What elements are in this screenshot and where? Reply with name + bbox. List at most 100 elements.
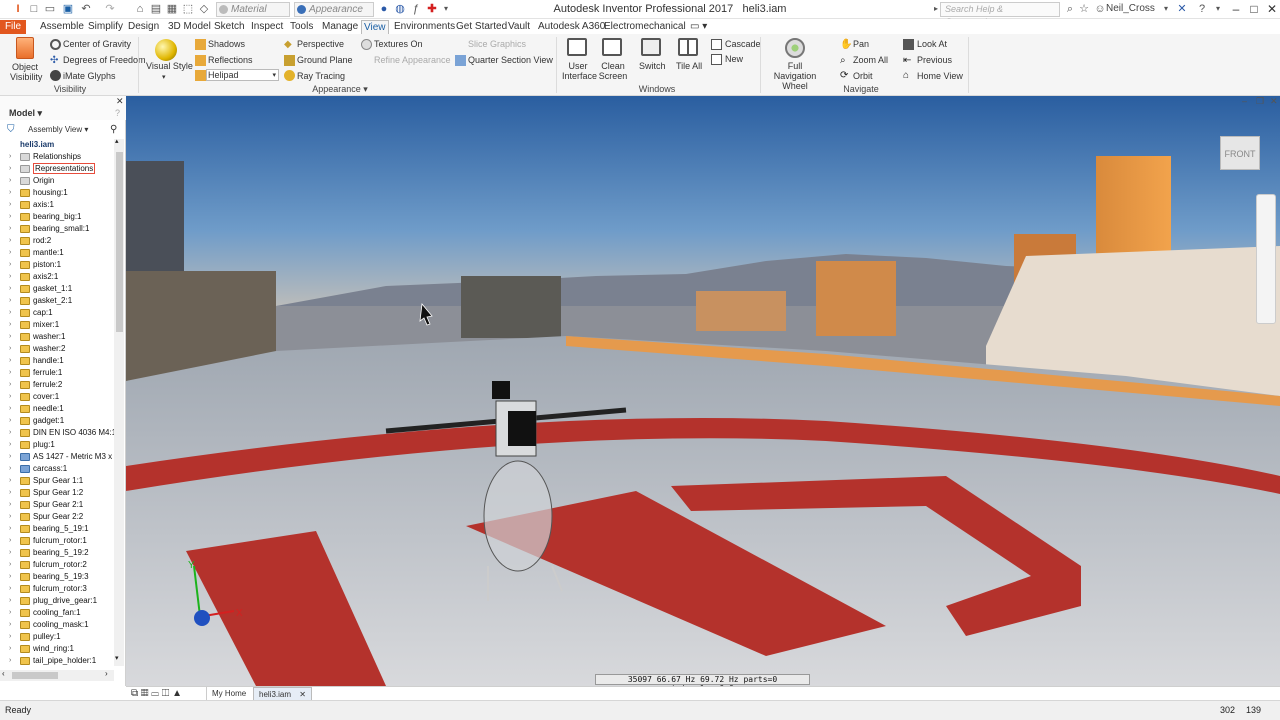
- new-file-icon[interactable]: □: [28, 3, 40, 15]
- viewport-close-icon[interactable]: ✕: [1270, 96, 1278, 107]
- tab-autodesk-a360[interactable]: Autodesk A360: [536, 20, 607, 34]
- refine-appearance-button[interactable]: Refine Appearance: [374, 55, 451, 66]
- textures-on-button[interactable]: Textures On: [374, 39, 423, 50]
- tree-item[interactable]: › Spur Gear 2:1: [0, 499, 114, 511]
- expand-chevron-icon[interactable]: ›: [9, 175, 11, 187]
- tree-item[interactable]: › bearing_5_19:3: [0, 571, 114, 583]
- ground-plane-button[interactable]: Ground Plane: [297, 55, 353, 66]
- expand-chevron-icon[interactable]: ›: [9, 559, 11, 571]
- full-navigation-wheel-button[interactable]: Full Navigation Wheel: [766, 61, 824, 91]
- browser-help-icon[interactable]: ?: [115, 108, 120, 118]
- expand-chevron-icon[interactable]: ›: [9, 259, 11, 271]
- tab-sketch[interactable]: Sketch: [212, 20, 247, 34]
- tree-item[interactable]: › plug:1: [0, 439, 114, 451]
- select-icon[interactable]: ▦: [166, 3, 178, 15]
- expand-chevron-icon[interactable]: ›: [9, 355, 11, 367]
- imate-glyphs-button[interactable]: iMate Glyphs: [63, 71, 116, 82]
- expand-chevron-icon[interactable]: ›: [9, 535, 11, 547]
- appearance-select[interactable]: Appearance: [294, 2, 374, 17]
- hscroll-thumb[interactable]: [12, 672, 58, 679]
- user-icon[interactable]: ☺: [1094, 3, 1106, 15]
- tree-item[interactable]: › tail_pipe_holder:1: [0, 655, 114, 666]
- expand-chevron-icon[interactable]: ›: [9, 199, 11, 211]
- clean-screen-button[interactable]: Clean Screen: [597, 61, 629, 81]
- expand-chevron-icon[interactable]: ›: [9, 619, 11, 631]
- scroll-right-icon[interactable]: ›: [105, 669, 108, 678]
- tree-item[interactable]: › Spur Gear 1:2: [0, 487, 114, 499]
- tile-all-button[interactable]: Tile All: [676, 61, 702, 72]
- tree-item[interactable]: › bearing_5_19:2: [0, 547, 114, 559]
- user-dropdown-icon[interactable]: ▾: [1160, 3, 1172, 15]
- tab-tools[interactable]: Tools: [288, 20, 315, 34]
- clear-icon[interactable]: ◍: [394, 3, 406, 15]
- tree-item[interactable]: › piston:1: [0, 259, 114, 271]
- expand-chevron-icon[interactable]: ›: [9, 595, 11, 607]
- add-icon[interactable]: ✚: [426, 3, 438, 15]
- tree-item[interactable]: › pulley:1: [0, 631, 114, 643]
- tree-item[interactable]: › fulcrum_rotor:1: [0, 535, 114, 547]
- expand-chevron-icon[interactable]: ›: [9, 571, 11, 583]
- tab-simplify[interactable]: Simplify: [86, 20, 125, 34]
- expand-chevron-icon[interactable]: ›: [9, 247, 11, 259]
- tree-item[interactable]: › cooling_fan:1: [0, 607, 114, 619]
- tree-item[interactable]: › fulcrum_rotor:3: [0, 583, 114, 595]
- previous-view-button[interactable]: Previous: [917, 55, 952, 66]
- tree-item[interactable]: › washer:2: [0, 343, 114, 355]
- save-icon[interactable]: ▣: [62, 3, 74, 15]
- scroll-down-icon[interactable]: ▾: [115, 654, 119, 662]
- tree-item[interactable]: › axis2:1: [0, 271, 114, 283]
- tree-item[interactable]: › Relationships: [0, 151, 114, 163]
- look-at-button[interactable]: Look At: [917, 39, 947, 50]
- tab-close-icon[interactable]: ✕: [299, 690, 306, 699]
- expand-chevron-icon[interactable]: ›: [9, 631, 11, 643]
- tab-layout-icons[interactable]: ⧉ ▦ ▭ ◫ ▲: [126, 687, 187, 701]
- expand-chevron-icon[interactable]: ›: [9, 223, 11, 235]
- tab-assemble[interactable]: Assemble: [38, 20, 86, 34]
- expand-chevron-icon[interactable]: ›: [9, 163, 11, 175]
- maximize-icon[interactable]: □: [1246, 1, 1262, 17]
- expand-chevron-icon[interactable]: ›: [9, 607, 11, 619]
- expand-chevron-icon[interactable]: ›: [9, 151, 11, 163]
- fx-icon[interactable]: ƒ: [410, 3, 422, 15]
- tab-get-started[interactable]: Get Started: [454, 20, 509, 34]
- ray-tracing-button[interactable]: Ray Tracing: [297, 71, 345, 82]
- redo-icon[interactable]: ↷: [104, 3, 116, 15]
- center-of-gravity-button[interactable]: Center of Gravity: [63, 39, 131, 50]
- tree-item[interactable]: › gasket_1:1: [0, 283, 114, 295]
- tree-item[interactable]: › cap:1: [0, 307, 114, 319]
- user-interface-icon[interactable]: [567, 38, 587, 56]
- tree-item[interactable]: › gadget:1: [0, 415, 114, 427]
- slice-graphics-button[interactable]: Slice Graphics: [468, 39, 526, 50]
- tree-item[interactable]: › plug_drive_gear:1: [0, 595, 114, 607]
- expand-chevron-icon[interactable]: ›: [9, 235, 11, 247]
- expand-chevron-icon[interactable]: ›: [9, 643, 11, 655]
- tree-item[interactable]: › rod:2: [0, 235, 114, 247]
- tab-overflow-icon[interactable]: ▭ ▾: [688, 20, 709, 34]
- expand-chevron-icon[interactable]: ›: [9, 511, 11, 523]
- browser-close-icon[interactable]: ✕: [116, 96, 124, 107]
- scroll-left-icon[interactable]: ‹: [2, 669, 5, 678]
- tile-all-icon[interactable]: [678, 38, 698, 56]
- user-name[interactable]: Neil_Cross: [1106, 3, 1155, 14]
- expand-chevron-icon[interactable]: ›: [9, 403, 11, 415]
- help-icon[interactable]: ?: [1196, 3, 1208, 15]
- tree-item[interactable]: › carcass:1: [0, 463, 114, 475]
- tree-item[interactable]: › bearing_small:1: [0, 223, 114, 235]
- zoom-all-button[interactable]: Zoom All: [853, 55, 888, 66]
- expand-chevron-icon[interactable]: ›: [9, 523, 11, 535]
- object-visibility-icon[interactable]: [16, 37, 34, 59]
- expand-chevron-icon[interactable]: ›: [9, 451, 11, 463]
- expand-chevron-icon[interactable]: ›: [9, 211, 11, 223]
- browser-scroll-thumb[interactable]: [116, 152, 123, 332]
- switch-button[interactable]: Switch: [639, 61, 666, 72]
- tree-item[interactable]: › AS 1427 - Metric M3 x 16: [0, 451, 114, 463]
- assembly-view-select[interactable]: Assembly View ▾: [28, 125, 88, 134]
- cascade-button[interactable]: Cascade: [725, 39, 761, 50]
- expand-chevron-icon[interactable]: ›: [9, 319, 11, 331]
- tree-item[interactable]: › bearing_big:1: [0, 211, 114, 223]
- tab-vault[interactable]: Vault: [506, 20, 532, 34]
- tab-inspect[interactable]: Inspect: [249, 20, 285, 34]
- helipad-select[interactable]: Helipad ▾: [206, 69, 279, 81]
- app-logo-icon[interactable]: I: [12, 3, 24, 15]
- browser-horizontal-scrollbar[interactable]: ‹ ›: [0, 669, 114, 681]
